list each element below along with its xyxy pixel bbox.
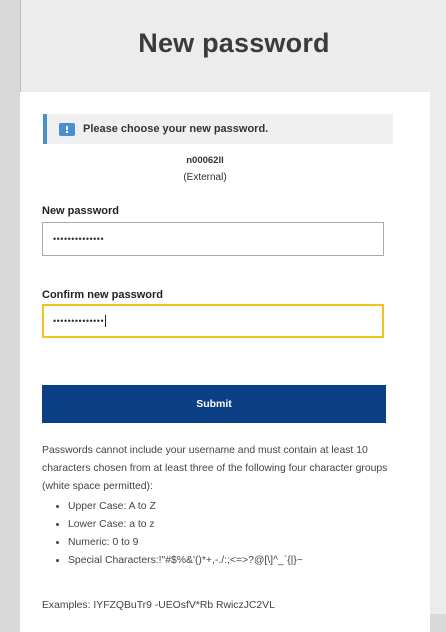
new-password-value: •••••••••••••• [53,234,105,244]
username-text: n00062ll [186,155,224,166]
confirm-password-value: •••••••••••••• [53,316,105,326]
info-message-bar: Please choose your new password. [43,114,393,144]
submit-button[interactable]: Submit [42,385,386,423]
list-item: Special Characters:!"#$%&'()*+,-./:;<=>?… [68,552,390,570]
info-message-text: Please choose your new password. [83,123,269,135]
password-form-card: Please choose your new password. n00062l… [20,92,430,632]
page-title: New password [138,27,330,58]
list-item: Numeric: 0 to 9 [68,534,390,552]
password-rules-intro: Passwords cannot include your username a… [42,445,388,492]
text-caret [105,315,107,327]
confirm-password-label: Confirm new password [42,289,164,301]
character-groups-list: Upper Case: A to Z Lower Case: a to z Nu… [42,498,390,570]
account-type-text: (External) [183,172,227,183]
confirm-password-input[interactable]: •••••••••••••• [42,304,384,338]
list-item: Lower Case: a to z [68,516,390,534]
password-examples: Examples: IYFZQBuTr9 -UEOsfV*Rb RwiczJC2… [42,600,275,611]
password-rules: Passwords cannot include your username a… [42,442,390,570]
new-password-input[interactable]: •••••••••••••• [42,222,384,256]
message-info-icon [59,122,75,136]
page-header: New password [21,0,446,86]
new-password-label: New password [42,205,120,217]
list-item: Upper Case: A to Z [68,498,390,516]
